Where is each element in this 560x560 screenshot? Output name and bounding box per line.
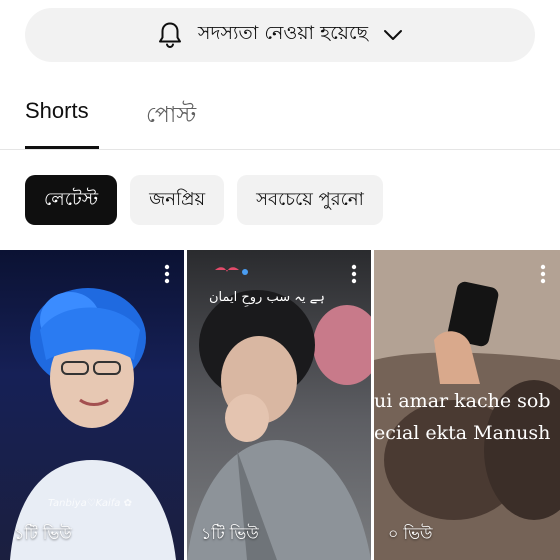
view-count: ১টি ভিউ	[14, 524, 72, 543]
overlay-caption-line: ui amar kache sob	[374, 390, 551, 412]
more-options-icon[interactable]	[351, 264, 357, 284]
subscribed-button[interactable]: সদস্যতা নেওয়া হয়েছে	[25, 8, 535, 62]
view-count: ০ ভিউ	[388, 524, 433, 543]
shorts-grid: Tanbiya♡Kaifa ✿ ১টি ভিউ ہے یہ سب روحِ ای…	[0, 250, 560, 560]
chip-popular[interactable]: জনপ্রিয়	[130, 175, 225, 225]
chevron-down-icon	[382, 24, 404, 46]
short-thumbnail	[10, 288, 176, 560]
tab-shorts[interactable]: Shorts	[25, 98, 89, 124]
watermark: Tanbiya♡Kaifa ✿	[48, 498, 132, 509]
overlay-caption: ہے یہ سب روحِ ایمان	[209, 290, 325, 305]
sort-filter-chips: লেটেস্ট জনপ্রিয় সবচেয়ে পুরনো	[25, 175, 383, 225]
short-card[interactable]: ui amar kache sob ecial ekta Manush ০ ভি…	[374, 250, 560, 560]
more-options-icon[interactable]	[540, 264, 546, 284]
more-options-icon[interactable]	[164, 264, 170, 284]
short-card[interactable]: Tanbiya♡Kaifa ✿ ১টি ভিউ	[0, 250, 184, 560]
chip-oldest[interactable]: সবচেয়ে পুরনো	[237, 175, 383, 225]
overlay-caption-line: ecial ekta Manush	[374, 422, 551, 444]
chip-latest[interactable]: লেটেস্ট	[25, 175, 118, 225]
bell-icon	[156, 20, 184, 50]
channel-tabs: Shorts পোস্ট	[0, 88, 560, 150]
tab-selected-indicator	[25, 146, 99, 149]
subscribed-label: সদস্যতা নেওয়া হয়েছে	[197, 22, 369, 44]
view-count: ১টি ভিউ	[201, 524, 259, 543]
tab-posts[interactable]: পোস্ট	[146, 98, 196, 135]
short-card[interactable]: ہے یہ سب روحِ ایمان ১টি ভিউ	[187, 250, 371, 560]
